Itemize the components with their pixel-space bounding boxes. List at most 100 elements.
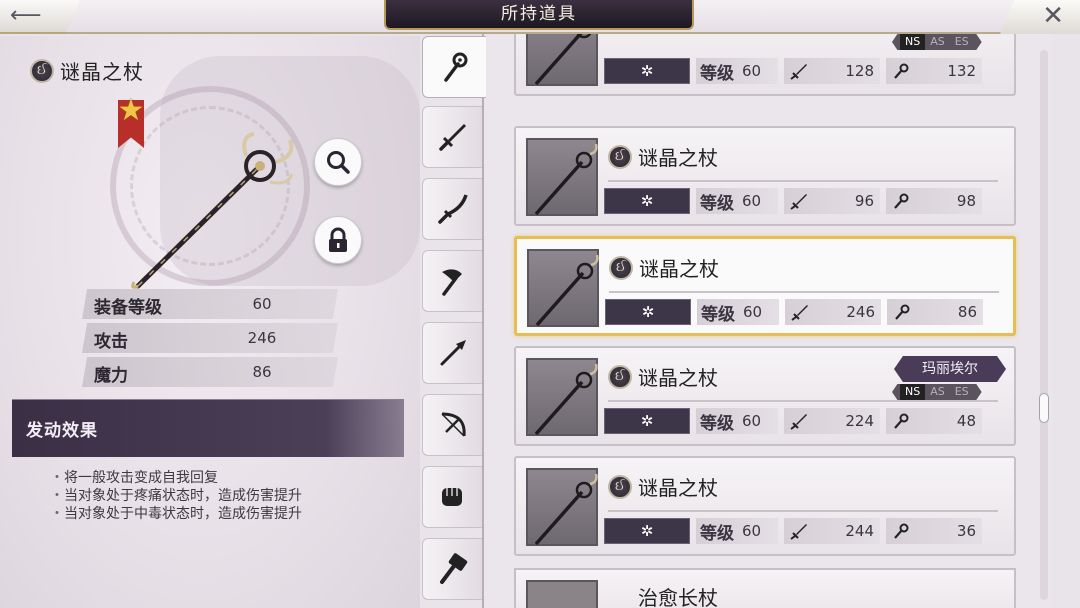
element-chip: ✲ xyxy=(605,299,691,325)
class-tags: NS AS ES xyxy=(892,384,982,400)
item-name: 谜晶之杖 xyxy=(638,366,718,390)
item-stats-row: ✲ 等级 60 246 86 xyxy=(605,299,983,325)
weapon-type-tabs xyxy=(420,34,486,608)
element-chip: ✲ xyxy=(604,518,690,544)
item-thumbnail xyxy=(526,580,598,608)
equipped-by-tag: 玛丽埃尔 xyxy=(894,356,1006,382)
staff-icon xyxy=(894,63,909,79)
staff-type-icon: ઈ xyxy=(609,255,633,280)
tab-bow[interactable] xyxy=(422,394,482,456)
class-tag: AS xyxy=(930,35,945,48)
magic-box: 132 xyxy=(886,58,982,84)
staff-thumb-icon xyxy=(534,363,598,436)
level-box: 等级 60 xyxy=(696,408,778,434)
staff-illustration xyxy=(131,132,294,289)
attack-box: 224 xyxy=(784,408,880,434)
list-item[interactable]: ઈ 谜晶之杖 玛丽埃尔 NS AS ES ✲ 等级 60 224 48 xyxy=(514,346,1016,446)
effect-title: 发动效果 xyxy=(26,421,98,441)
level-box: 等级 60 xyxy=(696,188,778,214)
staff-thumb-icon xyxy=(534,34,592,86)
item-stats-row: ✲ 等级 60 128 132 xyxy=(604,58,982,84)
scrollbar-track[interactable] xyxy=(1040,50,1048,600)
lock-icon xyxy=(329,227,347,252)
element-chip: ✲ xyxy=(604,58,690,84)
effect-item: 将一般攻击变成自我回复 xyxy=(50,469,302,487)
sword-icon xyxy=(438,124,466,151)
stat-value: 246 xyxy=(247,329,277,347)
staff-type-icon: ઈ xyxy=(608,364,632,389)
level-value: 60 xyxy=(743,303,763,321)
item-thumbnail xyxy=(526,138,598,216)
stat-row-level: 装备等级 60 xyxy=(82,289,338,319)
list-item-selected[interactable]: ઈ 谜晶之杖 ✲ 等级 60 246 86 xyxy=(514,236,1016,336)
staff-type-icon: ઈ xyxy=(30,58,54,83)
list-item-partial[interactable]: 治愈长杖 xyxy=(514,568,1016,608)
top-bar: ⟵ 所持道具 ✕ xyxy=(0,0,1080,34)
item-name: 谜晶之杖 xyxy=(638,476,718,500)
tab-hammer[interactable] xyxy=(422,538,482,600)
attack-value: 128 xyxy=(845,62,874,80)
magic-value: 132 xyxy=(947,62,976,80)
level-box: 等级 60 xyxy=(696,518,778,544)
staff-type-icon: ઈ xyxy=(608,474,632,499)
stat-row-magic: 魔力 86 xyxy=(82,357,338,387)
divider xyxy=(609,291,999,293)
list-item[interactable]: NS AS ES ✲ 等级 60 128 132 xyxy=(514,34,1016,96)
magic-box: 98 xyxy=(886,188,982,214)
stat-value: 60 xyxy=(252,295,272,313)
attack-box: 244 xyxy=(784,518,880,544)
magic-value: 98 xyxy=(956,192,976,210)
attack-value: 246 xyxy=(846,303,875,321)
katana-icon xyxy=(437,194,468,224)
sword-icon xyxy=(790,194,807,210)
stat-row-attack: 攻击 246 xyxy=(82,323,338,353)
staff-thumb-icon xyxy=(535,254,599,327)
page-title: 所持道具 xyxy=(501,4,577,24)
staff-icon xyxy=(895,304,910,320)
list-item[interactable]: ઈ 谜晶之杖 ✲ 等级 60 96 98 xyxy=(514,126,1016,226)
level-value: 60 xyxy=(742,522,762,540)
tab-sword[interactable] xyxy=(422,106,482,168)
tab-axe[interactable] xyxy=(422,250,482,312)
class-tags: NS AS ES xyxy=(892,34,982,50)
magic-box: 86 xyxy=(887,299,983,325)
item-list[interactable]: NS AS ES ✲ 等级 60 128 132 ઈ 谜晶之杖 ✲ 等级 60 … xyxy=(482,34,1052,608)
inspect-button[interactable] xyxy=(314,138,362,186)
item-name-row: ઈ 谜晶之杖 xyxy=(608,472,718,501)
scrollbar-thumb[interactable] xyxy=(1039,393,1049,423)
magic-value: 48 xyxy=(956,412,976,430)
staff-icon xyxy=(894,523,909,539)
divider xyxy=(608,400,998,402)
element-chip: ✲ xyxy=(604,188,690,214)
bow-icon xyxy=(440,412,466,437)
close-button[interactable]: ✕ xyxy=(1000,0,1080,34)
divider xyxy=(608,180,998,182)
lock-button[interactable] xyxy=(314,216,362,264)
staff-icon xyxy=(894,193,909,209)
magic-box: 48 xyxy=(886,408,982,434)
stats-table: 装备等级 60 攻击 246 魔力 86 xyxy=(82,289,338,391)
item-name-row: ઈ 谜晶之杖 xyxy=(608,142,718,171)
tab-spear[interactable] xyxy=(422,322,482,384)
attack-value: 244 xyxy=(845,522,874,540)
stat-label: 魔力 xyxy=(94,366,128,386)
item-name: 治愈长杖 xyxy=(638,586,718,608)
attack-value: 224 xyxy=(845,412,874,430)
list-item[interactable]: ઈ 谜晶之杖 ✲ 等级 60 244 36 xyxy=(514,456,1016,556)
fist-icon xyxy=(441,488,462,506)
staff-thumb-icon xyxy=(534,143,598,216)
item-thumbnail xyxy=(526,34,598,86)
tab-staff[interactable] xyxy=(422,36,486,98)
item-name-row: ઈ 谜晶之杖 xyxy=(30,56,144,85)
item-name: 谜晶之杖 xyxy=(60,60,144,84)
tab-fist[interactable] xyxy=(422,466,482,528)
effect-header: 发动效果 xyxy=(12,399,404,457)
staff-type-icon: ઈ xyxy=(608,144,632,169)
attack-box: 128 xyxy=(784,58,880,84)
level-label: 等级 xyxy=(700,523,734,544)
effect-item: 当对象处于疼痛状态时，造成伤害提升 xyxy=(50,487,302,505)
back-button[interactable]: ⟵ xyxy=(0,0,80,34)
tab-katana[interactable] xyxy=(422,178,482,240)
level-value: 60 xyxy=(742,192,762,210)
attack-value: 96 xyxy=(854,192,874,210)
